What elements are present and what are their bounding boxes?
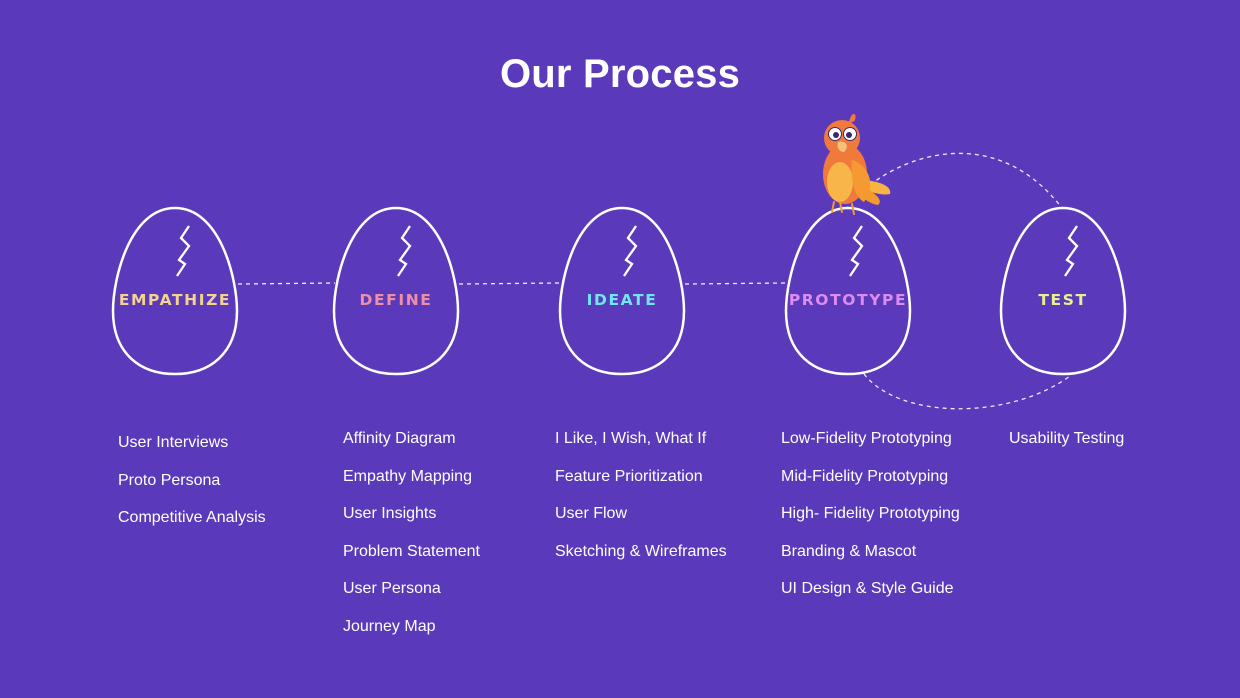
crack-icon: [849, 225, 864, 277]
list-item: I Like, I Wish, What If: [555, 430, 707, 447]
connector-ideate-prototype: [684, 282, 787, 285]
stage-empathize: EMPATHIZE: [111, 206, 239, 376]
activities-ideate: I Like, I Wish, What If Feature Prioriti…: [555, 430, 727, 580]
list-item: User Flow: [555, 505, 628, 522]
list-item: User Interviews: [118, 434, 229, 451]
parrot-mascot-icon: [823, 114, 891, 215]
stage-prototype: PROTOTYPE: [784, 206, 912, 376]
list-item: Empathy Mapping: [343, 467, 472, 485]
crack-icon: [176, 225, 191, 277]
list-item: Competitive Analysis: [118, 509, 266, 526]
activities-empathize: User Interviews Proto Persona Competitiv…: [118, 434, 266, 547]
stage-label: PROTOTYPE: [789, 291, 907, 309]
crack-icon: [623, 225, 638, 277]
list-item: Proto Persona: [118, 471, 221, 489]
stage-label: TEST: [1038, 291, 1087, 309]
loop-arc-top: [869, 152, 1063, 209]
list-item: Usability Testing: [1009, 430, 1125, 447]
list-item: Low-Fidelity Prototyping: [781, 430, 952, 447]
activities-test: Usability Testing: [1009, 430, 1124, 468]
crack-icon: [1064, 225, 1079, 277]
crack-icon: [397, 225, 412, 277]
list-item: UI Design & Style Guide: [781, 580, 954, 597]
process-diagram: EMPATHIZE DEFINE IDEATE PROTOTYPE TEST: [111, 114, 1127, 410]
list-item: Sketching & Wireframes: [555, 542, 727, 560]
list-item: Problem Statement: [343, 542, 480, 560]
stage-ideate: IDEATE: [558, 206, 686, 376]
list-item: Journey Map: [343, 617, 436, 635]
stage-eggs: EMPATHIZE DEFINE IDEATE PROTOTYPE TEST: [111, 206, 1127, 376]
list-item: High- Fidelity Prototyping: [781, 505, 960, 522]
connectors: [237, 152, 1071, 410]
list-item: User Persona: [343, 580, 441, 597]
list-item: Feature Prioritization: [555, 467, 703, 485]
loop-arc-bottom: [863, 373, 1071, 410]
stage-label: DEFINE: [360, 291, 433, 309]
list-item: Branding & Mascot: [781, 542, 917, 560]
list-item: Mid-Fidelity Prototyping: [781, 467, 949, 485]
activities-define: Affinity Diagram Empathy Mapping User In…: [343, 430, 480, 655]
stage-test: TEST: [999, 206, 1127, 376]
list-item: Affinity Diagram: [343, 430, 456, 447]
stage-label: IDEATE: [587, 291, 658, 309]
connector-empathize-define: [237, 282, 336, 285]
activities-prototype: Low-Fidelity Prototyping Mid-Fidelity Pr…: [781, 430, 960, 618]
stage-label: EMPATHIZE: [119, 291, 231, 309]
connector-define-ideate: [458, 282, 561, 285]
list-item: User Insights: [343, 505, 437, 522]
stage-define: DEFINE: [332, 206, 460, 376]
